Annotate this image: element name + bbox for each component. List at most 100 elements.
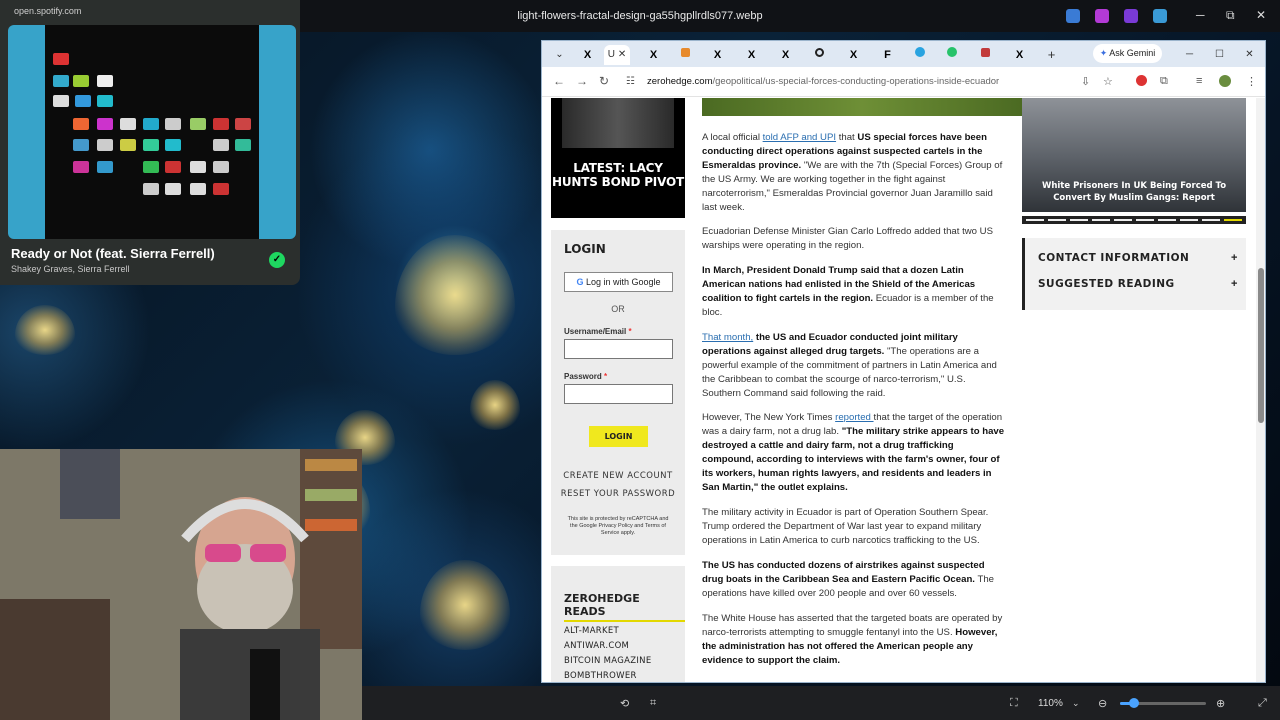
article-paragraph: The military activity in Ecuador is part…: [702, 507, 989, 546]
promo-image: [562, 98, 674, 148]
browser-window: ⌄ X U ✕ X X X X X F X + ✦ Ask Gemini ─ ☐…: [541, 40, 1266, 683]
zoom-out-icon[interactable]: ⊖: [1098, 697, 1107, 710]
username-field[interactable]: [564, 339, 673, 359]
browser-tab[interactable]: X: [572, 45, 603, 65]
carousel-indicators[interactable]: [1022, 216, 1246, 224]
profile-avatar[interactable]: [1219, 75, 1231, 90]
browser-tab[interactable]: [670, 45, 701, 65]
reload-icon[interactable]: ↻: [599, 74, 609, 88]
app-tray-icon[interactable]: [1095, 9, 1109, 23]
article-paragraph: The US has conducted dozens of airstrike…: [702, 560, 994, 599]
browser-tab[interactable]: X: [838, 45, 869, 65]
scrollbar-thumb[interactable]: [1258, 268, 1264, 423]
browser-tab[interactable]: X: [638, 45, 669, 65]
tab-search-icon[interactable]: ≡: [1196, 75, 1202, 87]
captcha-notice: This site is protected by reCAPTCHA and …: [567, 516, 669, 536]
webpage: LATEST: LACY HUNTS BOND PIVOT LOGIN G Lo…: [542, 98, 1255, 682]
browser-tab[interactable]: F: [872, 45, 903, 65]
article-link[interactable]: told AFP and UPI: [763, 132, 836, 143]
article-link[interactable]: reported: [835, 412, 873, 423]
password-label: Password *: [564, 372, 608, 381]
artist-names[interactable]: Shakey Graves, Sierra Ferrell: [11, 264, 130, 274]
song-title[interactable]: Ready or Not (feat. Sierra Ferrell): [11, 246, 215, 261]
extension-icon[interactable]: [1136, 75, 1147, 89]
expand-icon[interactable]: +: [1231, 278, 1237, 290]
album-art: [45, 25, 259, 239]
browser-tab[interactable]: [970, 45, 1001, 65]
spotify-miniplayer: open.spotify.com Ready or Not (feat. Sie…: [0, 0, 300, 285]
close-tab-icon[interactable]: ✕: [618, 49, 626, 60]
puzzle-icon[interactable]: ⧉: [1160, 75, 1168, 88]
reads-link[interactable]: ANTIWAR.COM: [564, 641, 629, 651]
username-label: Username/Email *: [564, 327, 632, 336]
zoom-slider-knob[interactable]: [1129, 698, 1139, 708]
browser-tab[interactable]: X: [702, 45, 733, 65]
new-tab-button[interactable]: +: [1036, 45, 1067, 65]
article-paragraph: Ecuadorian Defense Minister Gian Carlo L…: [702, 226, 993, 251]
zerohedge-reads-panel: ZEROHEDGE READS ALT-MARKET ANTIWAR.COM B…: [551, 566, 685, 682]
app-tray-icon[interactable]: [1066, 9, 1080, 23]
maximize-button[interactable]: ⧉: [1226, 8, 1235, 23]
featured-story-caption: White Prisoners In UK Being Forced To Co…: [1041, 181, 1227, 203]
fullscreen-icon[interactable]: ⤢: [1258, 697, 1267, 710]
minimize-button[interactable]: ─: [1196, 8, 1205, 22]
chevron-down-icon[interactable]: ⌄: [1072, 698, 1080, 709]
back-icon[interactable]: ←: [553, 74, 565, 88]
google-icon: G: [576, 277, 584, 287]
featured-story[interactable]: White Prisoners In UK Being Forced To Co…: [1022, 98, 1246, 212]
rotate-icon[interactable]: ⟲: [620, 697, 629, 710]
minimize-button[interactable]: ─: [1174, 45, 1205, 65]
app-tray-icon[interactable]: [1153, 9, 1167, 23]
promo-banner[interactable]: LATEST: LACY HUNTS BOND PIVOT: [551, 98, 685, 218]
zoom-in-icon[interactable]: ⊕: [1216, 697, 1225, 710]
webcam-feed: [0, 449, 362, 720]
zoom-level[interactable]: 110%: [1038, 698, 1063, 709]
maximize-button[interactable]: ☐: [1204, 45, 1235, 65]
forward-icon[interactable]: →: [576, 74, 588, 88]
tab-strip: ⌄ X U ✕ X X X X X F X + ✦ Ask Gemini ─ ☐…: [542, 41, 1265, 67]
browser-tab[interactable]: X: [1004, 45, 1035, 65]
album-cover: [8, 25, 296, 239]
app-tray-icon[interactable]: [1124, 9, 1138, 23]
password-field[interactable]: [564, 384, 673, 404]
ask-gemini-button[interactable]: ✦ Ask Gemini: [1093, 44, 1162, 63]
page-scrollbar[interactable]: [1256, 98, 1265, 682]
reads-heading: ZEROHEDGE READS: [564, 592, 685, 622]
article-paragraph: However, The New York Times reported tha…: [702, 412, 1005, 493]
article-link[interactable]: That month,: [702, 332, 753, 343]
browser-tab[interactable]: X: [770, 45, 801, 65]
url-field[interactable]: zerohedge.com/geopolitical/us-special-fo…: [647, 76, 999, 87]
article-paragraph: The White House has asserted that the ta…: [702, 613, 1003, 666]
site-info-icon[interactable]: ☷: [626, 76, 635, 87]
expand-icon[interactable]: +: [1231, 252, 1237, 264]
check-circle-icon[interactable]: ✓: [269, 252, 285, 268]
browser-tab[interactable]: [804, 45, 835, 65]
reads-link[interactable]: BOMBTHROWER: [564, 671, 637, 681]
fit-screen-icon[interactable]: ⛶: [1010, 697, 1018, 710]
browser-tab[interactable]: [936, 45, 967, 65]
browser-tab[interactable]: [904, 45, 935, 65]
bookmark-star-icon[interactable]: ☆: [1103, 75, 1113, 88]
reads-link[interactable]: ALT-MARKET: [564, 626, 619, 636]
reads-link[interactable]: BITCOIN MAGAZINE: [564, 656, 651, 666]
reset-password-link[interactable]: RESET YOUR PASSWORD: [551, 489, 685, 499]
menu-icon[interactable]: ⋮: [1246, 75, 1257, 88]
google-login-button[interactable]: G Log in with Google: [564, 272, 673, 292]
create-account-link[interactable]: CREATE NEW ACCOUNT: [551, 471, 685, 481]
viewer-toolbar: ⟲ ⌗ ⛶ 110% ⌄ ⊖ ⊕ ⤢: [362, 686, 1280, 720]
tab-list-button[interactable]: ⌄: [544, 45, 575, 65]
gemini-icon: ✦: [1099, 48, 1108, 58]
install-icon[interactable]: ⇩: [1081, 75, 1090, 88]
crop-icon[interactable]: ⌗: [650, 697, 656, 710]
info-accordion: CONTACT INFORMATION + SUGGESTED READING …: [1022, 238, 1246, 310]
browser-tab-active[interactable]: U ✕: [604, 45, 630, 65]
close-button[interactable]: ✕: [1256, 8, 1266, 22]
or-divider: OR: [611, 304, 625, 314]
contact-information-toggle[interactable]: CONTACT INFORMATION: [1038, 252, 1189, 264]
close-button[interactable]: ✕: [1234, 45, 1265, 65]
suggested-reading-toggle[interactable]: SUGGESTED READING: [1038, 278, 1175, 290]
login-button[interactable]: LOGIN: [589, 426, 648, 447]
article-paragraph: A local official told AFP and UPI that U…: [702, 132, 1003, 213]
spotify-url: open.spotify.com: [14, 6, 82, 16]
browser-tab[interactable]: X: [736, 45, 767, 65]
